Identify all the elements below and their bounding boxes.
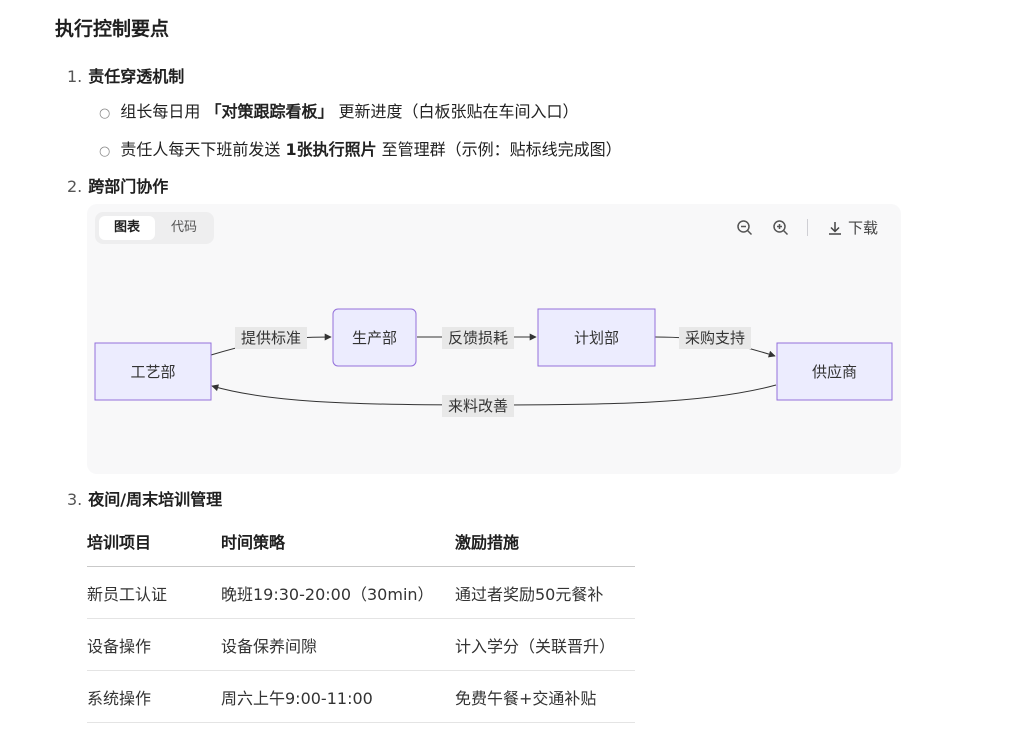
svg-text:供应商: 供应商 [812,363,857,381]
list-item-title: 跨部门协作 [88,177,169,196]
svg-text:生产部: 生产部 [352,329,397,347]
table-row: 设备操作 设备保养间隙 计入学分（关联晋升） [87,618,635,671]
edge-label-feedback-loss: 反馈损耗 [448,329,508,347]
edge-label-provide-standard: 提供标准 [241,329,301,347]
sub-item-board: ○ 组长每日用 「对策跟踪看板」 更新进度（白板张贴在车间入口） [99,102,579,121]
node-supplier[interactable]: 供应商 [776,342,893,401]
list-number: 1. [67,67,83,86]
flowchart: 提供标准 反馈损耗 采购支持 来料改善 工艺部 生产部 计划部 供应商 [94,308,893,417]
bold-text: 「对策跟踪看板」 [205,102,334,121]
table-cell: 周六上午9:00-11:00 [221,670,455,723]
bullet-icon: ○ [99,144,111,159]
list-item-title: 责任穿透机制 [88,67,185,86]
list-item-training: 3. 夜间/周末培训管理 [67,486,222,510]
training-table: 培训项目 时间策略 激励措施 新员工认证 晚班19:30-20:00（30min… [87,516,635,723]
table-cell: 通过者奖励50元餐补 [455,566,635,619]
column-header-item: 培训项目 [87,516,221,567]
node-planning[interactable]: 计划部 [537,308,656,367]
bold-text: 1张执行照片 [285,140,377,159]
edge-label-purchase-support: 采购支持 [685,329,745,347]
bullet-icon: ○ [99,106,111,121]
table-cell: 系统操作 [87,670,221,723]
table-cell: 设备保养间隙 [221,618,455,671]
table-cell: 设备操作 [87,618,221,671]
column-header-time: 时间策略 [221,516,455,567]
list-number: 3. [67,490,83,509]
table-row: 系统操作 周六上午9:00-11:00 免费午餐+交通补贴 [87,670,635,723]
table-cell: 计入学分（关联晋升） [455,618,635,671]
node-craft[interactable]: 工艺部 [94,342,212,401]
table-cell: 新员工认证 [87,566,221,619]
column-header-incentive: 激励措施 [455,516,635,567]
diagram-panel: 图表 代码 下载 提供标准 反馈损耗 采购支持 来料改善 工艺部 生产部 计划部… [87,204,901,474]
node-production[interactable]: 生产部 [332,308,417,367]
list-item-collaboration: 2. 跨部门协作 [67,173,168,197]
svg-text:工艺部: 工艺部 [130,363,175,381]
list-number: 2. [67,177,83,196]
svg-text:计划部: 计划部 [574,329,619,347]
table-cell: 晚班19:30-20:00（30min） [221,566,455,619]
edge-label-material-improve: 来料改善 [448,397,508,415]
table-header-row: 培训项目 时间策略 激励措施 [87,516,635,567]
sub-item-photo: ○ 责任人每天下班前发送 1张执行照片 至管理群（示例：贴标线完成图） [99,140,622,159]
page-title: 执行控制要点 [55,18,170,40]
list-item-responsibility: 1. 责任穿透机制 [67,63,184,87]
list-item-title: 夜间/周末培训管理 [88,490,223,509]
table-cell: 免费午餐+交通补贴 [455,670,635,723]
table-row: 新员工认证 晚班19:30-20:00（30min） 通过者奖励50元餐补 [87,566,635,619]
